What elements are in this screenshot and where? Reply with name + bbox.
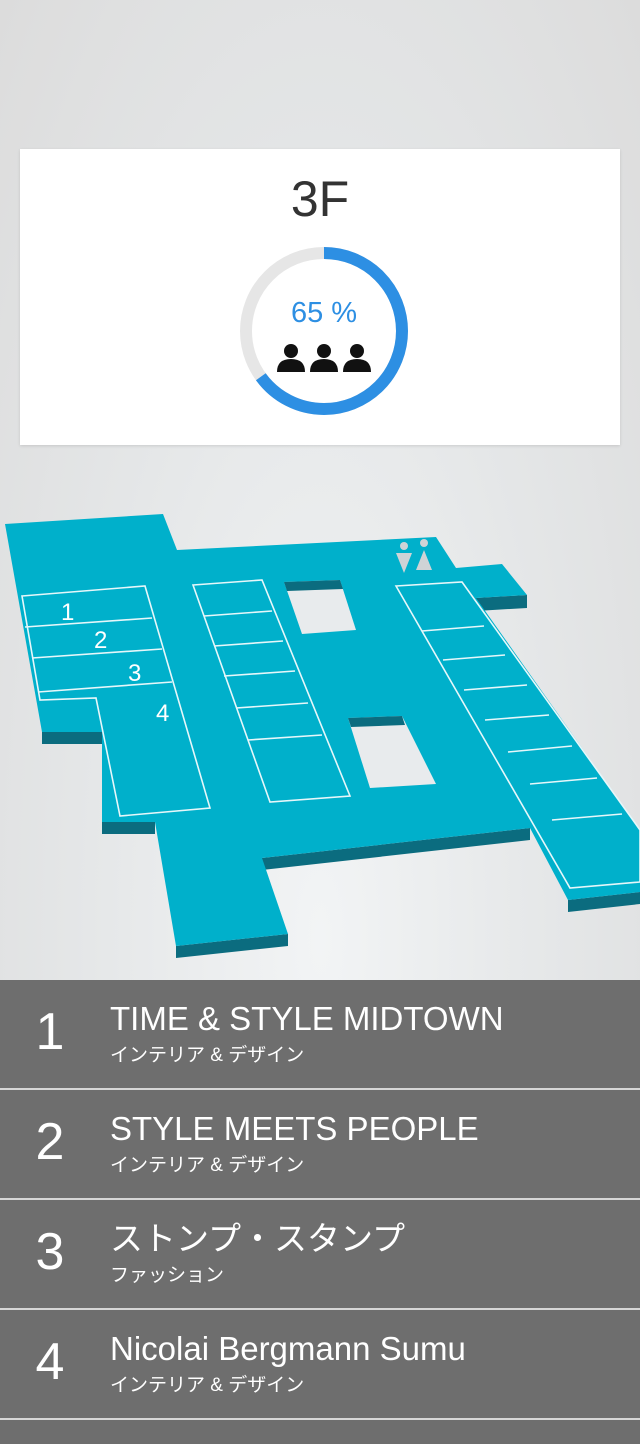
shop-list-item[interactable]: 1 TIME & STYLE MIDTOWN インテリア & デザイン [0, 980, 640, 1090]
shop-number: 3 [35, 1223, 65, 1281]
shop-category: ファッション [110, 1265, 225, 1286]
map-shop-number-2[interactable]: 2 [94, 627, 107, 654]
shop-category: インテリア & デザイン [110, 1045, 305, 1066]
shop-number: 4 [35, 1333, 65, 1391]
map-shop-number-1[interactable]: 1 [61, 599, 74, 626]
shop-name: ストンプ・スタンプ [110, 1220, 406, 1257]
occupancy-gauge [240, 247, 408, 415]
shop-category: インテリア & デザイン [110, 1375, 305, 1396]
shop-category: インテリア & デザイン [110, 1155, 305, 1176]
floor-map: 1 2 3 4 [5, 514, 640, 958]
shop-number: 1 [35, 1003, 65, 1061]
map-shop-number-3[interactable]: 3 [128, 660, 141, 687]
shop-list-item[interactable]: 3 ストンプ・スタンプ ファッション [0, 1200, 640, 1310]
shop-list-item[interactable]: 4 Nicolai Bergmann Sumu インテリア & デザイン [0, 1310, 640, 1420]
shop-name: Nicolai Bergmann Sumu [110, 1330, 466, 1367]
people-icon [277, 344, 371, 372]
shop-name: TIME & STYLE MIDTOWN [110, 1000, 504, 1037]
shop-list-item[interactable]: 2 STYLE MEETS PEOPLE インテリア & デザイン [0, 1090, 640, 1200]
map-shop-number-4[interactable]: 4 [156, 700, 169, 727]
occupancy-percent: 65 % [290, 297, 358, 329]
shop-name: STYLE MEETS PEOPLE [110, 1110, 479, 1147]
floor-title: 3F [290, 171, 350, 227]
shop-list: 1 TIME & STYLE MIDTOWN インテリア & デザイン 2 ST… [0, 980, 640, 1444]
shop-number: 2 [35, 1113, 65, 1171]
